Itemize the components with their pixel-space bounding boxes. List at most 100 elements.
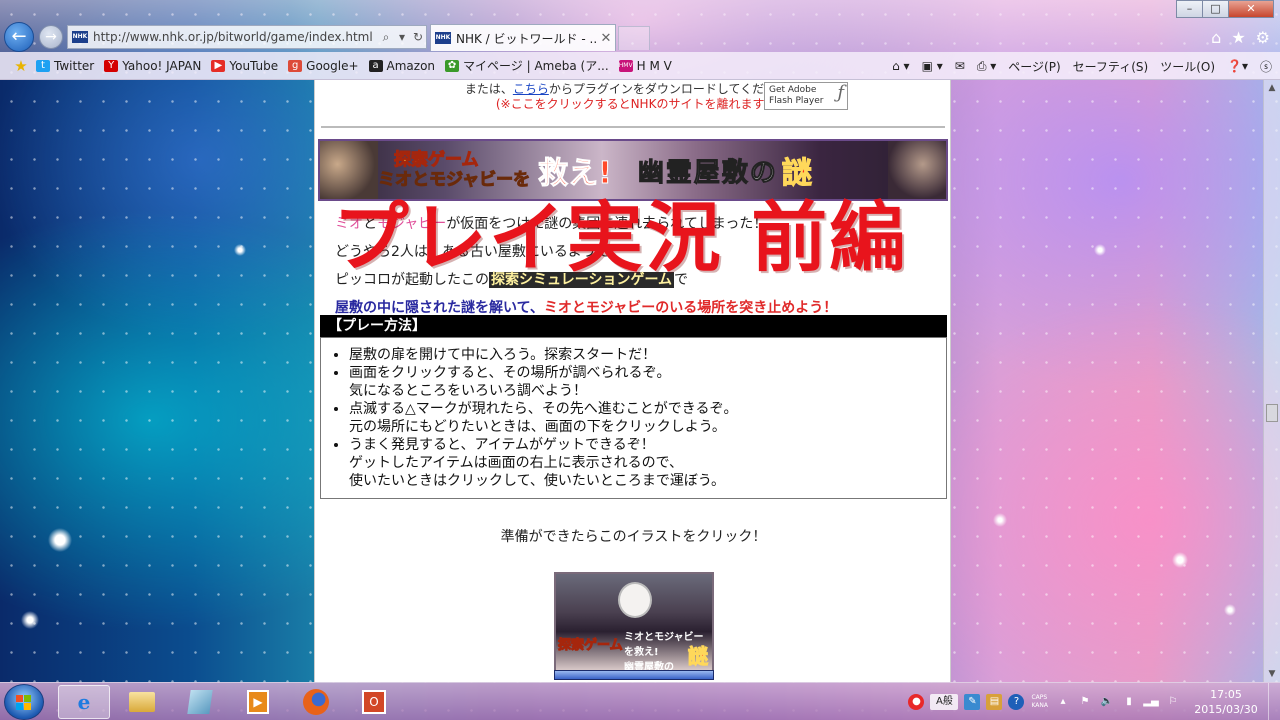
media-player-icon[interactable]: ▶ (232, 685, 284, 719)
plugin-download-link[interactable]: こちら (513, 82, 549, 96)
banner-mansion: 幽霊屋敷の (637, 157, 778, 188)
folder-icon[interactable] (116, 685, 168, 719)
page-menu[interactable]: ページ(P) (1008, 58, 1060, 75)
tab-nhk-bitworld[interactable]: NHK NHK / ビットワールド - ... ✕ (430, 24, 616, 51)
ime-tool-icon[interactable]: ✎ (964, 694, 981, 710)
close-window-button[interactable]: ✕ (1228, 0, 1274, 18)
story-text: ミオとモジャビーが仮面をつけた謎の集団に連れ去られてしまった！ どうやら2人は、… (335, 210, 935, 322)
banner-mystery: 謎 (781, 156, 812, 192)
yahoo-icon: Y (104, 59, 119, 72)
refresh-icon[interactable]: ↻ (410, 30, 426, 44)
tab-close-icon[interactable]: ✕ (597, 31, 615, 46)
favorite-amazon[interactable]: a Amazon (368, 59, 435, 73)
search-icon[interactable]: ⌕ (378, 30, 394, 45)
forward-button[interactable]: → (39, 25, 63, 49)
home-cmd-icon[interactable]: ⌂ ▾ (892, 59, 909, 73)
favorite-twitter[interactable]: t Twitter (36, 59, 94, 73)
print-icon[interactable]: ⎙ ▾ (977, 59, 996, 74)
command-bar: ⌂ ▾ ▣ ▾ ✉ ⎙ ▾ ページ(P) セーフティ(S) ツール(O) ❓▾ … (880, 52, 1272, 80)
favorite-googleplus[interactable]: g Google+ (288, 59, 359, 73)
add-favorite-icon[interactable]: ★ (12, 57, 30, 75)
browser-titlebar: ← → NHK http://www.nhk.or.jp/bitworld/ga… (0, 0, 1280, 52)
start-button[interactable] (4, 684, 44, 720)
ime-help-icon[interactable]: ? (1008, 694, 1025, 710)
howto-heading: 【プレー方法】 (320, 315, 947, 337)
show-hidden-icons-icon[interactable]: ▴ (1055, 694, 1071, 710)
youtube-icon: ▶ (211, 59, 226, 72)
masked-character-image (618, 582, 652, 618)
ime-dict-icon[interactable]: ▤ (986, 694, 1003, 710)
nhk-favicon-icon: NHK (435, 32, 451, 44)
address-bar[interactable]: NHK http://www.nhk.or.jp/bitworld/game/i… (67, 25, 427, 49)
address-url[interactable]: http://www.nhk.or.jp/bitworld/game/index… (93, 30, 378, 44)
favorites-bar: ★ t Twitter Y Yahoo! JAPAN ▶ YouTube g G… (0, 52, 1280, 80)
page-content: または、こちらからプラグインをダウンロードしてください。 (※ここをクリックする… (314, 80, 951, 682)
plugin-download-line: または、こちらからプラグインをダウンロードしてください。 (464, 82, 801, 96)
flash-icon: ƒ (837, 82, 844, 103)
scroll-up-icon[interactable]: ▲ (1264, 80, 1280, 96)
gear-icon[interactable]: ⚙ (1256, 28, 1270, 47)
amazon-icon: a (368, 59, 383, 72)
howto-box: 屋敷の扉を開けて中に入ろう。探索スタートだ！ 画面をクリックすると、その場所が調… (320, 337, 947, 499)
ie-icon[interactable]: e (58, 685, 110, 719)
system-tray: ● A般 ✎ ▤ ? CAPS KANA ▴ ⚑ 🔈 ▮ ▂▄ ⚐ 17:05 … (905, 683, 1280, 720)
banner-subtitle: 探索ゲーム ミオとモジャビーを (377, 150, 531, 191)
firefox-icon[interactable] (290, 685, 342, 719)
game-start-illustration[interactable]: 探索ゲーム ミオとモジャビーを救え! 幽霊屋敷の 謎 (554, 572, 714, 673)
action-center-icon[interactable]: ⚐ (1165, 694, 1181, 710)
twitter-icon: t (36, 59, 50, 72)
star-icon[interactable]: ★ (1231, 28, 1245, 47)
volume-icon[interactable]: 🔈 (1099, 694, 1115, 710)
story-line-1: ミオとモジャビーが仮面をつけた謎の集団に連れ去られてしまった！ (335, 216, 768, 232)
googleplus-icon: g (288, 59, 303, 72)
dropdown-icon[interactable]: ▾ (394, 30, 410, 44)
maximize-button[interactable]: □ (1202, 0, 1229, 18)
howto-item: 画面をクリックすると、その場所が調べられるぞ。気になるところをいろいろ調べよう！ (349, 364, 936, 400)
browser-right-icons: ⌂ ★ ⚙ (1211, 28, 1270, 47)
window-controls: – □ ✕ (1176, 0, 1274, 18)
story-line-3: ピッコロが起動したこの 探索シミュレーションゲームで (335, 272, 689, 288)
banner-photo-left (320, 141, 378, 199)
scroll-down-icon[interactable]: ▼ (1264, 666, 1280, 682)
office-icon[interactable]: O (348, 685, 400, 719)
hmv-icon: HMV (618, 59, 633, 72)
favorite-ameba[interactable]: ✿ マイページ | Ameba (ア... (445, 57, 609, 74)
game-banner: 探索ゲーム ミオとモジャビーを 救え! 幽霊屋敷の 謎 (318, 139, 948, 201)
safety-menu[interactable]: セーフティ(S) (1073, 58, 1149, 75)
notepad-icon[interactable] (174, 685, 226, 719)
clock[interactable]: 17:05 2015/03/30 (1190, 687, 1262, 717)
back-button[interactable]: ← (4, 22, 34, 52)
feeds-icon[interactable]: ▣ ▾ (922, 59, 943, 73)
nhk-favicon-icon: NHK (72, 31, 88, 43)
windows-logo-icon (16, 695, 32, 711)
antivirus-icon[interactable]: ● (908, 694, 925, 710)
plugin-note: (※ここをクリックするとNHKのサイトを離れます) (495, 97, 770, 111)
scroll-thumb[interactable] (1266, 404, 1278, 422)
home-icon[interactable]: ⌂ (1211, 28, 1221, 47)
minimize-button[interactable]: – (1176, 0, 1203, 18)
network-icon[interactable]: ▂▄ (1143, 694, 1159, 710)
vertical-scrollbar[interactable]: ▲ ▼ (1263, 80, 1280, 682)
help-icon[interactable]: ❓▾ (1227, 59, 1248, 73)
ready-instruction: 準備ができたらこのイラストをクリック！ (500, 529, 767, 545)
favorite-yahoo[interactable]: Y Yahoo! JAPAN (104, 59, 201, 73)
power-icon[interactable]: ▮ (1121, 694, 1137, 710)
ime-mode-icon[interactable]: A般 (930, 694, 959, 710)
tools-menu[interactable]: ツール(O) (1160, 58, 1215, 75)
show-desktop-button[interactable] (1268, 683, 1280, 720)
howto-item: うまく発見すると、アイテムがゲットできるぞ！ゲットしたアイテムは画面の右上に表示… (349, 436, 936, 490)
howto-item: 点滅する△マークが現れたら、その先へ進むことができるぞ。元の場所にもどりたいとき… (349, 400, 936, 436)
new-tab-button[interactable] (618, 26, 650, 50)
mail-icon[interactable]: ✉ (955, 59, 965, 73)
windows-taskbar: e ▶ O ● A般 ✎ ▤ ? CAPS KANA ▴ ⚑ 🔈 ▮ ▂▄ ⚐ … (0, 682, 1280, 720)
howto-item: 屋敷の扉を開けて中に入ろう。探索スタートだ！ (349, 346, 936, 364)
favorite-youtube[interactable]: ▶ YouTube (211, 59, 278, 73)
favorite-hmv[interactable]: HMV H M V (618, 59, 672, 73)
story-line-2: どうやら2人は、ある古い屋敷にいるようだ。 (335, 244, 624, 260)
flag-icon[interactable]: ⚑ (1077, 694, 1093, 710)
illustration-loading-bar (554, 670, 714, 680)
get-flash-player-button[interactable]: Get Adobe Flash Player ƒ (764, 82, 848, 110)
arrow-left-icon: ← (11, 26, 27, 47)
ameba-icon: ✿ (445, 59, 460, 72)
skype-icon[interactable]: ⓢ (1260, 58, 1272, 75)
